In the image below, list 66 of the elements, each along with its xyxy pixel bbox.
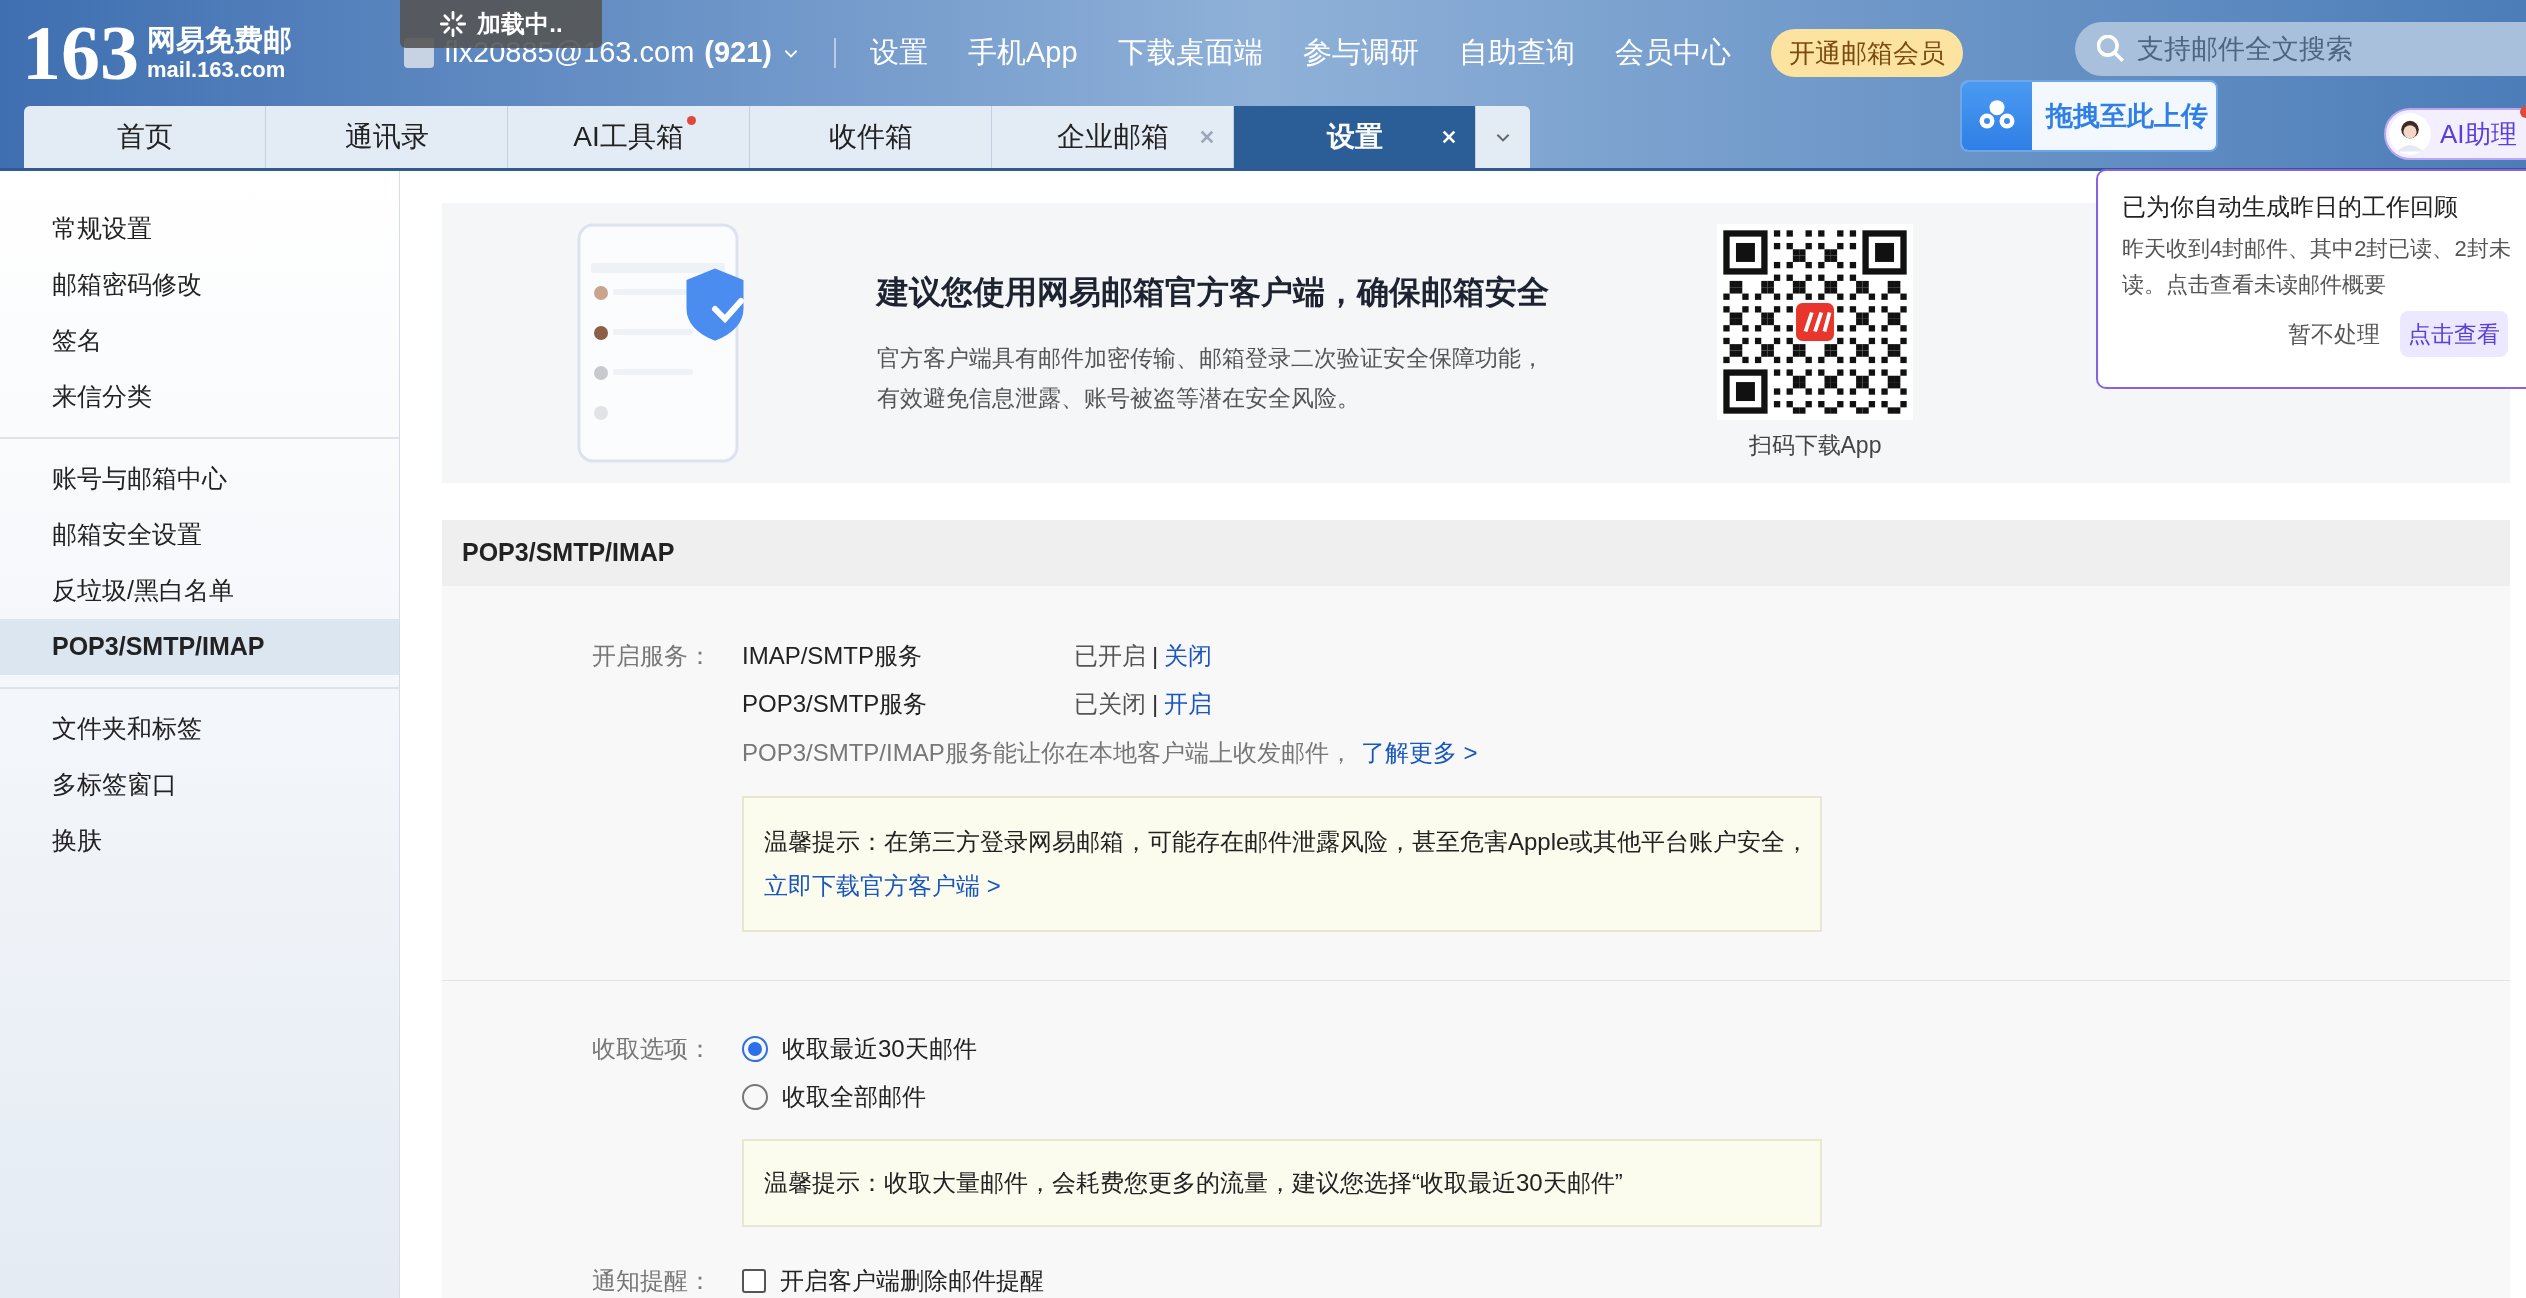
popup-message: 昨天收到4封邮件、其中2封已读、2封未读。点击查看未读邮件概要 xyxy=(2122,235,2512,299)
avatar-icon xyxy=(2388,112,2432,156)
toggle-link[interactable]: 开启 xyxy=(1164,686,1213,722)
tab[interactable]: 企业邮箱 xyxy=(992,106,1234,168)
tab-label: 收件箱 xyxy=(828,120,913,154)
option-label: 开启客户端删除邮件提醒 xyxy=(780,1266,1044,1296)
logo-domain: mail.163.com xyxy=(147,57,287,83)
promo-title: 建议您使用网易邮箱官方客户端，确保邮箱安全 xyxy=(877,273,1550,312)
view-button[interactable]: 点击查看 xyxy=(2400,311,2508,357)
loading-text: 加载中.. xyxy=(477,9,563,39)
service-note: POP3/SMTP/IMAP服务能让你在本地客户端上收发邮件， xyxy=(742,738,1353,768)
toggle-link[interactable]: 关闭 xyxy=(1164,638,1213,674)
service-status: 已开启 xyxy=(1074,641,1146,671)
field-label: 通知提醒： xyxy=(591,1266,713,1296)
sidebar-item[interactable]: 账号与邮箱中心 xyxy=(0,451,399,507)
tab[interactable]: 设置 xyxy=(1234,106,1476,168)
section-header: POP3/SMTP/IMAP xyxy=(442,520,2510,586)
ai-assistant-button[interactable]: AI助理 xyxy=(2384,108,2526,160)
sidebar-item[interactable]: 多标签窗口 xyxy=(0,757,399,813)
separator-text: | xyxy=(1152,689,1159,719)
qr-caption: 扫码下载App xyxy=(1748,430,1882,460)
field-label: 开启服务： xyxy=(591,641,713,671)
logo-name: 网易免费邮 xyxy=(147,23,292,57)
field-label: 收取选项： xyxy=(591,1034,713,1064)
tab-label: 企业邮箱 xyxy=(1056,120,1169,154)
separator-text: | xyxy=(1152,641,1159,671)
sidebar-item[interactable]: 文件夹和标签 xyxy=(0,701,399,757)
dismiss-button[interactable]: 暂不处理 xyxy=(2288,316,2380,352)
tab-label: 设置 xyxy=(1326,120,1383,154)
learn-more-link[interactable]: 了解更多 > xyxy=(1360,735,1478,771)
sidebar-item[interactable]: 反垃圾/黑白名单 xyxy=(0,563,399,619)
unread-count: (921) xyxy=(704,35,772,71)
radio-button[interactable] xyxy=(742,1084,768,1110)
radio-button[interactable] xyxy=(742,1036,768,1062)
sidebar-item[interactable]: 换肤 xyxy=(0,813,399,869)
tab[interactable]: 首页 xyxy=(24,106,266,168)
tab-label: 首页 xyxy=(116,120,173,154)
tip-text: 温馨提示：在第三方登录网易邮箱，可能存在邮件泄露风险，甚至危害Apple或其他平台账户安全， xyxy=(764,827,1800,857)
upload-text: 拖拽至此上传 xyxy=(2046,99,2208,133)
checkbox[interactable] xyxy=(742,1269,766,1293)
tab[interactable]: AI工具箱 xyxy=(508,106,750,168)
option-label: 收取全部邮件 xyxy=(782,1082,926,1112)
service-status: 已关闭 xyxy=(1074,689,1146,719)
cloud-upload-icon xyxy=(1962,82,2032,150)
sidebar-item[interactable]: 邮箱密码修改 xyxy=(0,257,399,313)
option-label: 收取最近30天邮件 xyxy=(782,1034,977,1064)
sidebar-item[interactable]: 邮箱安全设置 xyxy=(0,507,399,563)
promo-description: 官方客户端具有邮件加密传输、邮箱登录二次验证安全保障功能，有效避免信息泄露、账号被盗等潜在安全风险。 xyxy=(877,344,1545,413)
sidebar-item[interactable]: 来信分类 xyxy=(0,369,399,425)
sidebar-item[interactable]: POP3/SMTP/IMAP xyxy=(0,619,399,675)
tip-text: 温馨提示：收取大量邮件，会耗费您更多的流量，建议您选择“收取最近30天邮件” xyxy=(764,1168,1623,1198)
tab[interactable]: 收件箱 xyxy=(750,106,992,168)
service-name: IMAP/SMTP服务 xyxy=(742,641,923,671)
spinner-icon xyxy=(439,10,468,38)
logo-number: 163 xyxy=(22,14,139,92)
tab-label: AI工具箱 xyxy=(573,116,684,158)
search-field[interactable]: 支持邮件全文搜索 xyxy=(2074,22,2526,76)
sidebar-item[interactable]: 签名 xyxy=(0,313,399,369)
tab[interactable]: 通讯录 xyxy=(266,106,508,168)
popup-title: 已为你自动生成昨日的工作回顾 xyxy=(2122,192,2459,222)
service-name: POP3/SMTP服务 xyxy=(742,689,929,719)
tab-label: 通讯录 xyxy=(344,120,429,154)
search-icon xyxy=(2096,35,2125,63)
sidebar-item[interactable]: 常规设置 xyxy=(0,201,399,257)
download-link[interactable]: 立即下载官方客户端 > xyxy=(764,872,1001,899)
vip-button[interactable]: 开通邮箱会员 xyxy=(1770,29,1963,77)
